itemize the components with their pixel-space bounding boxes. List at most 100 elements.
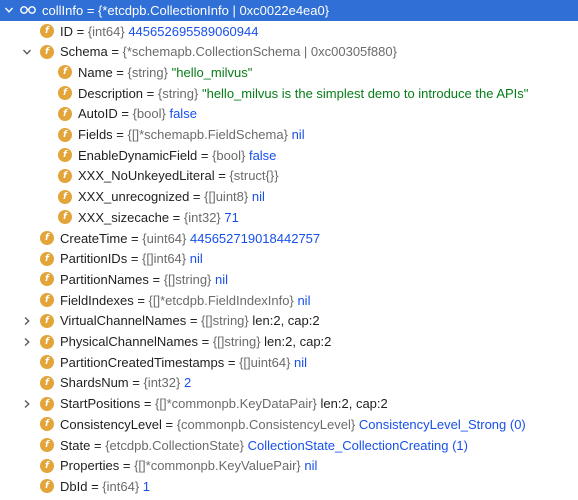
variable-value: nil: [304, 458, 318, 474]
equals-sign: =: [140, 396, 156, 412]
field-f-icon: f: [40, 417, 54, 432]
equals-sign: =: [143, 85, 158, 101]
variable-type: {bool}: [212, 147, 246, 163]
variable-value: nil: [215, 271, 229, 287]
tree-row-id[interactable]: f ID = {int64} 445652695589060944: [0, 21, 578, 42]
field-f-icon: f: [58, 106, 72, 121]
tree-row-virtualchannelnames[interactable]: f VirtualChannelNames = {[]string} len:2,…: [0, 311, 578, 332]
field-f-icon: f: [40, 355, 54, 370]
field-f-icon: f: [40, 231, 54, 246]
equals-sign: =: [224, 354, 240, 370]
tree-row-dbid[interactable]: f DbId = {int64} 1: [0, 476, 578, 497]
variable-name: Name: [78, 64, 113, 80]
tree-row-name[interactable]: f Name = {string} "hello_milvus": [0, 62, 578, 83]
arrow-spacer: [38, 86, 52, 100]
arrow-spacer: [38, 128, 52, 142]
equals-sign: =: [73, 23, 88, 39]
variable-value: len:2, cap:2: [252, 313, 320, 329]
tree-row-description[interactable]: f Description = {string} "hello_milvus is…: [0, 83, 578, 104]
tree-row-partitionnames[interactable]: f PartitionNames = {[]string} nil: [0, 269, 578, 290]
tree-row-state[interactable]: f State = {etcdpb.CollectionState} Collec…: [0, 435, 578, 456]
tree-row-createtime[interactable]: f CreateTime = {uint64} 44565271901844275…: [0, 228, 578, 249]
arrow-spacer: [20, 252, 34, 266]
equals-sign: =: [214, 168, 230, 184]
field-f-icon: f: [40, 251, 54, 266]
variable-type: {commonpb.ConsistencyLevel}: [176, 416, 356, 432]
tree-row-autoid[interactable]: f AutoID = {bool} false: [0, 104, 578, 125]
tree-row-startpositions[interactable]: f StartPositions = {[]*commonpb.KeyDataPa…: [0, 393, 578, 414]
tree-row-consistencylevel[interactable]: f ConsistencyLevel = {commonpb.Consistenc…: [0, 414, 578, 435]
tree-row-fieldindexes[interactable]: f FieldIndexes = {[]*etcdpb.FieldIndexInf…: [0, 290, 578, 311]
variable-type: {struct{}}: [229, 168, 279, 184]
variable-name: StartPositions: [60, 396, 141, 412]
equals-sign: =: [119, 458, 135, 474]
chevron-right-icon[interactable]: [20, 314, 34, 328]
tree-row-shardsnum[interactable]: f ShardsNum = {int32} 2: [0, 373, 578, 394]
variable-type: {*schemapb.CollectionSchema | 0xc00305f8…: [122, 44, 397, 60]
variable-type: {uint64}: [142, 230, 187, 246]
equals-sign: =: [198, 334, 213, 350]
field-f-icon: f: [40, 293, 54, 308]
variable-name: AutoID: [78, 106, 118, 122]
variable-name: XXX_sizecache: [78, 209, 170, 225]
variable-name: ID: [60, 23, 73, 39]
tree-row-xxx-unrecognized[interactable]: f XXX_unrecognized = {[]uint8} nil: [0, 186, 578, 207]
field-f-icon: f: [40, 44, 54, 59]
tree-row-schema[interactable]: f Schema = {*schemapb.CollectionSchema | …: [0, 41, 578, 62]
tree-row-enabledynamicfield[interactable]: f EnableDynamicField = {bool} false: [0, 145, 578, 166]
tree-row-partitionids[interactable]: f PartitionIDs = {[]int64} nil: [0, 248, 578, 269]
variable-type: {[]uint8}: [204, 189, 249, 205]
variable-name: PartitionCreatedTimestamps: [60, 354, 225, 370]
tree-row-physicalchannelnames[interactable]: f PhysicalChannelNames = {[]string} len:2…: [0, 331, 578, 352]
chevron-right-icon[interactable]: [20, 335, 34, 349]
equals-sign: =: [107, 44, 123, 60]
variable-type: {[]string}: [163, 271, 212, 287]
variable-name: XXX_NoUnkeyedLiteral: [78, 168, 215, 184]
arrow-spacer: [20, 376, 34, 390]
arrow-spacer: [20, 479, 34, 493]
tree-row-partitioncreatedtimestamps[interactable]: f PartitionCreatedTimestamps = {[]uint64}…: [0, 352, 578, 373]
chevron-right-icon[interactable]: [20, 397, 34, 411]
equals-sign: =: [197, 147, 213, 163]
arrow-spacer: [38, 210, 52, 224]
tree-row-collinfo[interactable]: collInfo = {*etcdpb.CollectionInfo | 0xc…: [0, 0, 578, 21]
field-f-icon: f: [40, 334, 54, 349]
field-f-icon: f: [58, 65, 72, 80]
variable-name: XXX_unrecognized: [78, 189, 190, 205]
variable-type: {[]*schemapb.FieldSchema}: [127, 127, 288, 143]
field-f-icon: f: [58, 168, 72, 183]
equals-sign: =: [186, 313, 202, 329]
variable-name: PartitionNames: [60, 271, 149, 287]
equals-sign: =: [148, 271, 164, 287]
variable-value: len:2, cap:2: [320, 396, 388, 412]
arrow-spacer: [38, 148, 52, 162]
variable-type: {[]string}: [212, 334, 261, 350]
variable-type: {[]uint64}: [239, 354, 291, 370]
field-f-icon: f: [40, 313, 54, 328]
tree-row-xxx-sizecache[interactable]: f XXX_sizecache = {int32} 71: [0, 207, 578, 228]
root-variable-type: {*etcdpb.CollectionInfo | 0xc0022e4ea0}: [98, 2, 330, 18]
variable-type: {[]int64}: [142, 251, 187, 267]
root-variable-name: collInfo: [42, 2, 84, 18]
chevron-down-icon[interactable]: [2, 3, 16, 17]
variable-value: 2: [183, 375, 192, 391]
variable-type: {[]*commonpb.KeyValuePair}: [134, 458, 301, 474]
chevron-down-icon[interactable]: [20, 45, 34, 59]
variable-name: FieldIndexes: [60, 292, 134, 308]
tree-row-fields[interactable]: f Fields = {[]*schemapb.FieldSchema} nil: [0, 124, 578, 145]
field-f-icon: f: [40, 396, 54, 411]
arrow-spacer: [20, 417, 34, 431]
variable-type: {int64}: [102, 478, 140, 494]
field-f-icon: f: [40, 272, 54, 287]
tree-row-properties[interactable]: f Properties = {[]*commonpb.KeyValuePair}…: [0, 455, 578, 476]
arrow-spacer: [20, 438, 34, 452]
variable-type: {[]string}: [201, 313, 249, 329]
variable-type: {etcdpb.CollectionState}: [105, 437, 244, 453]
variable-name: PartitionIDs: [60, 251, 128, 267]
tree-row-xxx-nounkeyedliteral[interactable]: f XXX_NoUnkeyedLiteral = {struct{}}: [0, 166, 578, 187]
variable-value: nil: [251, 189, 265, 205]
variable-value: false: [169, 106, 197, 122]
variable-value: 445652695589060944: [128, 23, 259, 39]
equals-sign: =: [127, 251, 143, 267]
variable-name: State: [60, 437, 91, 453]
